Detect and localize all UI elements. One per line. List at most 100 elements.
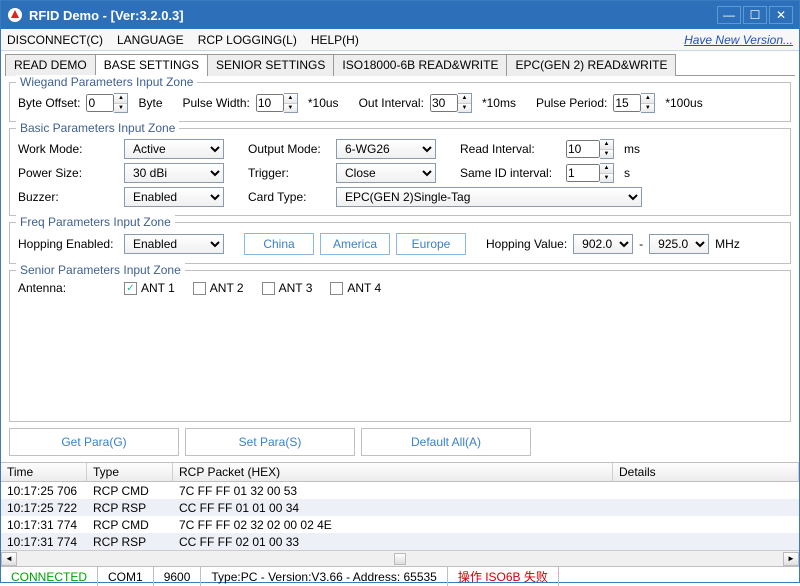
freq-legend: Freq Parameters Input Zone xyxy=(16,215,175,229)
log-row[interactable]: 10:17:25 706RCP CMD7C FF FF 01 32 00 53 xyxy=(1,482,799,499)
title-bar: RFID Demo - [Ver:3.2.0.3] — ☐ ✕ xyxy=(1,1,799,29)
trigger-label: Trigger: xyxy=(248,166,330,180)
output-mode-label: Output Mode: xyxy=(248,142,330,156)
same-id-input[interactable] xyxy=(566,164,600,182)
hopping-enabled-select[interactable]: Enabled xyxy=(124,234,224,254)
log-row[interactable]: 10:17:31 774RCP RSPCC FF FF 02 01 00 33 xyxy=(1,533,799,550)
scroll-right-icon[interactable]: ► xyxy=(783,552,799,566)
minimize-button[interactable]: — xyxy=(717,6,741,24)
pulse-width-input[interactable] xyxy=(256,94,284,112)
menu-language[interactable]: LANGUAGE xyxy=(117,33,184,47)
menu-disconnect[interactable]: DISCONNECT(C) xyxy=(7,33,103,47)
region-europe-button[interactable]: Europe xyxy=(396,233,466,255)
read-interval-unit: ms xyxy=(624,142,640,156)
horizontal-scrollbar[interactable]: ◄ ► xyxy=(1,550,799,566)
status-error: 操作 ISO6B 失败 xyxy=(448,567,559,586)
pulse-width-unit: *10us xyxy=(308,96,339,110)
status-connected: CONNECTED xyxy=(1,567,98,586)
power-size-label: Power Size: xyxy=(18,166,118,180)
log-row[interactable]: 10:17:31 774RCP CMD7C FF FF 02 32 02 00 … xyxy=(1,516,799,533)
close-button[interactable]: ✕ xyxy=(769,6,793,24)
basic-group: Basic Parameters Input Zone Work Mode: A… xyxy=(9,128,791,216)
buzzer-label: Buzzer: xyxy=(18,190,118,204)
read-interval-label: Read Interval: xyxy=(460,142,560,156)
col-time[interactable]: Time xyxy=(1,463,87,481)
col-details[interactable]: Details xyxy=(613,463,799,481)
hop-low-select[interactable]: 902.0 xyxy=(573,234,633,254)
hop-high-select[interactable]: 925.0 xyxy=(649,234,709,254)
menu-help[interactable]: HELP(H) xyxy=(311,33,359,47)
app-icon xyxy=(7,7,23,23)
hop-dash: - xyxy=(639,237,643,251)
ant4-checkbox[interactable]: ANT 4 xyxy=(330,281,381,295)
region-china-button[interactable]: China xyxy=(244,233,314,255)
get-para-button[interactable]: Get Para(G) xyxy=(9,428,179,456)
ant3-checkbox[interactable]: ANT 3 xyxy=(262,281,313,295)
card-type-label: Card Type: xyxy=(248,190,330,204)
work-mode-select[interactable]: Active xyxy=(124,139,224,159)
pulse-period-unit: *100us xyxy=(665,96,702,110)
out-interval-label: Out Interval: xyxy=(359,96,424,110)
same-id-label: Same ID interval: xyxy=(460,166,560,180)
menu-bar: DISCONNECT(C) LANGUAGE RCP LOGGING(L) HE… xyxy=(1,29,799,51)
senior-legend: Senior Parameters Input Zone xyxy=(16,263,185,277)
ant2-checkbox[interactable]: ANT 2 xyxy=(193,281,244,295)
log-header: Time Type RCP Packet (HEX) Details xyxy=(1,462,799,482)
senior-group: Senior Parameters Input Zone Antenna: ✓A… xyxy=(9,270,791,422)
read-interval-input[interactable] xyxy=(566,140,600,158)
work-mode-label: Work Mode: xyxy=(18,142,118,156)
new-version-link[interactable]: Have New Version... xyxy=(684,33,793,47)
scroll-left-icon[interactable]: ◄ xyxy=(1,552,17,566)
scroll-thumb[interactable] xyxy=(394,553,406,565)
status-baud: 9600 xyxy=(154,567,202,586)
menu-rcp-logging[interactable]: RCP LOGGING(L) xyxy=(198,33,297,47)
out-interval-input[interactable] xyxy=(430,94,458,112)
region-america-button[interactable]: America xyxy=(320,233,390,255)
col-packet[interactable]: RCP Packet (HEX) xyxy=(173,463,613,481)
power-size-select[interactable]: 30 dBi xyxy=(124,163,224,183)
hopping-enabled-label: Hopping Enabled: xyxy=(18,237,118,251)
window-title: RFID Demo - [Ver:3.2.0.3] xyxy=(29,8,717,23)
read-interval-spin[interactable]: ▲▼ xyxy=(600,139,614,159)
pulse-period-input[interactable] xyxy=(613,94,641,112)
status-port: COM1 xyxy=(98,567,154,586)
log-body[interactable]: 10:17:25 706RCP CMD7C FF FF 01 32 00 531… xyxy=(1,482,799,550)
trigger-select[interactable]: Close xyxy=(336,163,436,183)
log-row[interactable]: 10:17:25 722RCP RSPCC FF FF 01 01 00 34 xyxy=(1,499,799,516)
tab-iso18000[interactable]: ISO18000-6B READ&WRITE xyxy=(333,54,507,76)
maximize-button[interactable]: ☐ xyxy=(743,6,767,24)
out-interval-unit: *10ms xyxy=(482,96,516,110)
pulse-width-spin[interactable]: ▲▼ xyxy=(284,93,298,113)
wiegand-legend: Wiegand Parameters Input Zone xyxy=(16,75,197,89)
tab-senior-settings[interactable]: SENIOR SETTINGS xyxy=(207,54,334,76)
tab-read-demo[interactable]: READ DEMO xyxy=(5,54,96,76)
pulse-period-label: Pulse Period: xyxy=(536,96,607,110)
tab-base-settings[interactable]: BASE SETTINGS xyxy=(95,54,208,76)
status-info: Type:PC - Version:V3.66 - Address: 65535 xyxy=(201,567,447,586)
basic-legend: Basic Parameters Input Zone xyxy=(16,121,179,135)
same-id-unit: s xyxy=(624,166,630,180)
byte-offset-input[interactable] xyxy=(86,94,114,112)
hopping-value-label: Hopping Value: xyxy=(486,237,567,251)
output-mode-select[interactable]: 6-WG26 xyxy=(336,139,436,159)
hop-unit: MHz xyxy=(715,237,740,251)
tab-epc-gen2[interactable]: EPC(GEN 2) READ&WRITE xyxy=(506,54,676,76)
same-id-spin[interactable]: ▲▼ xyxy=(600,163,614,183)
byte-unit: Byte xyxy=(138,96,162,110)
wiegand-group: Wiegand Parameters Input Zone Byte Offse… xyxy=(9,82,791,122)
freq-group: Freq Parameters Input Zone Hopping Enabl… xyxy=(9,222,791,264)
pulse-period-spin[interactable]: ▲▼ xyxy=(641,93,655,113)
byte-offset-label: Byte Offset: xyxy=(18,96,80,110)
ant1-checkbox[interactable]: ✓ANT 1 xyxy=(124,281,175,295)
status-bar: CONNECTED COM1 9600 Type:PC - Version:V3… xyxy=(1,566,799,586)
set-para-button[interactable]: Set Para(S) xyxy=(185,428,355,456)
antenna-label: Antenna: xyxy=(18,281,118,295)
col-type[interactable]: Type xyxy=(87,463,173,481)
byte-offset-spin[interactable]: ▲▼ xyxy=(114,93,128,113)
main-tabs: READ DEMO BASE SETTINGS SENIOR SETTINGS … xyxy=(5,53,795,76)
pulse-width-label: Pulse Width: xyxy=(183,96,250,110)
buzzer-select[interactable]: Enabled xyxy=(124,187,224,207)
default-all-button[interactable]: Default All(A) xyxy=(361,428,531,456)
out-interval-spin[interactable]: ▲▼ xyxy=(458,93,472,113)
card-type-select[interactable]: EPC(GEN 2)Single-Tag xyxy=(336,187,642,207)
